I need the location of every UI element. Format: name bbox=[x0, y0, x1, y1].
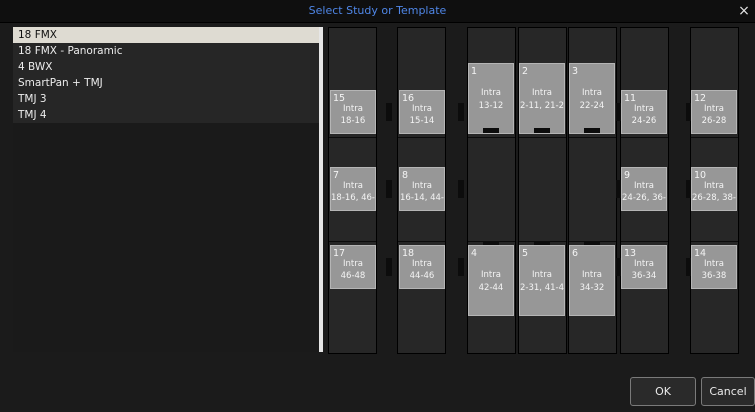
image-slot-3[interactable]: 3 Intra 22-24 bbox=[569, 63, 615, 134]
close-icon[interactable]: × bbox=[735, 1, 753, 21]
image-slot-14[interactable]: 14 Intra 36-38 bbox=[691, 245, 737, 289]
list-item-4-bwx[interactable]: 4 BWX bbox=[13, 59, 319, 75]
image-slot-1[interactable]: 1 Intra 13-12 bbox=[468, 63, 514, 134]
image-slot-4[interactable]: 4 Intra 42-44 bbox=[468, 245, 514, 316]
template-preview: 15 Intra 18-16 16 Intra 15-14 1 Intra 13… bbox=[328, 27, 755, 354]
study-list-items: 18 FMX 18 FMX - Panoramic 4 BWX SmartPan… bbox=[13, 27, 319, 123]
list-item-tmj-3[interactable]: TMJ 3 bbox=[13, 91, 319, 107]
image-slot-8[interactable]: 8 Intra 16-14, 44-46 bbox=[399, 167, 445, 211]
image-slot-10[interactable]: 10 Intra 26-28, 38-36 bbox=[691, 167, 737, 211]
list-item-tmj-4[interactable]: TMJ 4 bbox=[13, 107, 319, 123]
image-slot-5[interactable]: 5 Intra 2-31, 41-4 bbox=[519, 245, 565, 316]
list-item-18-fmx-panoramic[interactable]: 18 FMX - Panoramic bbox=[13, 43, 319, 59]
image-slot-15[interactable]: 15 Intra 18-16 bbox=[330, 90, 376, 134]
image-slot-7[interactable]: 7 Intra 18-16, 46-48 bbox=[330, 167, 376, 211]
study-template-list: 18 FMX 18 FMX - Panoramic 4 BWX SmartPan… bbox=[13, 27, 323, 352]
image-slot-17[interactable]: 17 Intra 46-48 bbox=[330, 245, 376, 289]
image-slot-2[interactable]: 2 Intra 2-11, 21-2 bbox=[519, 63, 565, 134]
image-slot-12[interactable]: 12 Intra 26-28 bbox=[691, 90, 737, 134]
list-item-smartpan-tmj[interactable]: SmartPan + TMJ bbox=[13, 75, 319, 91]
image-slot-13[interactable]: 13 Intra 36-34 bbox=[621, 245, 667, 289]
cancel-button[interactable]: Cancel bbox=[701, 377, 755, 406]
ok-button[interactable]: OK bbox=[630, 377, 696, 406]
image-slot-9[interactable]: 9 Intra 24-26, 36-34 bbox=[621, 167, 667, 211]
list-item-18-fmx[interactable]: 18 FMX bbox=[13, 27, 319, 43]
dialog-title-bar: Select Study or Template × bbox=[0, 0, 755, 23]
image-slot-18[interactable]: 18 Intra 44-46 bbox=[399, 245, 445, 289]
list-scrollbar[interactable] bbox=[319, 27, 323, 352]
image-slot-16[interactable]: 16 Intra 15-14 bbox=[399, 90, 445, 134]
image-slot-11[interactable]: 11 Intra 24-26 bbox=[621, 90, 667, 134]
image-slot-6[interactable]: 6 Intra 34-32 bbox=[569, 245, 615, 316]
dialog-title: Select Study or Template bbox=[308, 4, 447, 17]
